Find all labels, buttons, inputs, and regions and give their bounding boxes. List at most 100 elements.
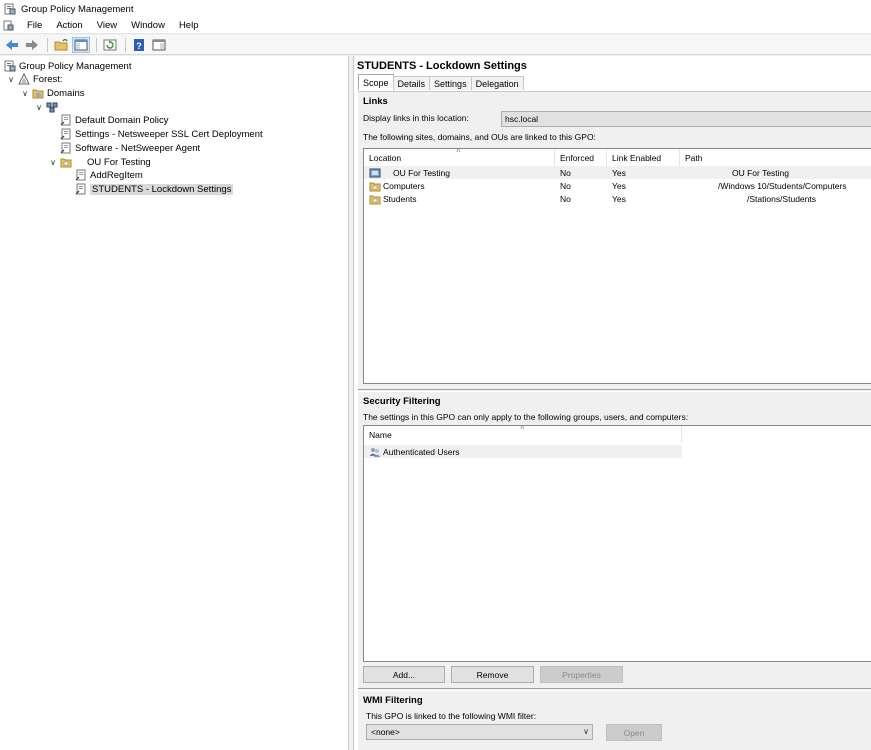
table-row[interactable]: Computers No Yes /Windows 10/Students/Co… — [364, 179, 871, 192]
column-header-name[interactable]: ˄ Name — [364, 426, 682, 443]
table-row[interactable]: Students No Yes /Stations/Students — [364, 192, 871, 205]
tree-item-domain[interactable]: ∨ — [34, 100, 61, 114]
gpo-link-icon — [60, 128, 72, 140]
domain-link-icon — [369, 167, 381, 179]
tree-item-gpo-link[interactable]: AddRegItem — [75, 168, 143, 182]
display-links-combo[interactable]: hsc.local — [501, 111, 871, 127]
collapse-chevron-icon[interactable]: ∨ — [6, 75, 16, 84]
list-item[interactable]: Authenticated Users — [364, 445, 682, 458]
help-icon[interactable]: ? — [130, 37, 148, 53]
security-filtering-description: The settings in this GPO can only apply … — [363, 412, 689, 422]
tree-label: Default Domain Policy — [75, 114, 169, 126]
tree-item-ou[interactable]: ∨ OU For Testing — [48, 155, 151, 169]
column-header-location[interactable]: ˄ Location — [364, 149, 555, 166]
enforced-cell: No — [560, 193, 571, 204]
security-filtering-heading: Security Filtering — [363, 396, 441, 407]
domains-folder-icon — [32, 87, 44, 99]
tab-delegation[interactable]: Delegation — [470, 76, 524, 90]
tree-label: Software - NetSweeper Agent — [75, 142, 201, 154]
display-links-value: hsc.local — [505, 114, 539, 124]
show-hide-tree-icon[interactable] — [72, 36, 90, 53]
tree-item-gpo-link-selected[interactable]: STUDENTS - Lockdown Settings — [75, 182, 234, 196]
scope-tab-content: Links Display links in this location: hs… — [358, 91, 871, 750]
console-tree: Group Policy Management ∨ Forest: ∨ Doma… — [0, 56, 349, 750]
security-filtering-list[interactable]: ˄ Name Authenticated Users — [363, 425, 871, 662]
menu-window[interactable]: Window — [124, 20, 172, 31]
properties-button[interactable]: Properties — [540, 666, 623, 683]
tree-item-forest[interactable]: ∨ Forest: — [6, 72, 63, 86]
toolbar-separator — [47, 37, 48, 52]
path-cell: /Windows 10/Students/Computers — [718, 180, 847, 191]
menu-view[interactable]: View — [90, 20, 124, 31]
toolbar-separator — [125, 37, 126, 52]
system-menu-icon[interactable] — [3, 20, 14, 31]
column-header-link-enabled[interactable]: Link Enabled — [607, 149, 680, 166]
forward-arrow-icon[interactable] — [23, 37, 41, 53]
tab-strip: Scope Details Settings Delegation — [358, 74, 524, 91]
column-header-path[interactable]: Path — [680, 149, 871, 166]
properties-pane-icon[interactable] — [150, 37, 168, 53]
column-label: Name — [369, 429, 392, 440]
back-arrow-icon[interactable] — [3, 37, 21, 53]
sort-arrow-icon: ˄ — [456, 148, 461, 155]
up-folder-icon[interactable] — [52, 37, 70, 53]
tree-item-gpo-link[interactable]: Settings - Netsweeper SSL Cert Deploymen… — [60, 127, 263, 141]
tab-settings[interactable]: Settings — [429, 76, 472, 90]
link-enabled-cell: Yes — [612, 167, 626, 178]
column-label: Enforced — [560, 152, 595, 163]
menu-help[interactable]: Help — [172, 20, 206, 31]
section-divider — [358, 389, 871, 392]
add-button[interactable]: Add... — [363, 666, 445, 683]
tree-label: Group Policy Management — [19, 60, 132, 72]
collapse-chevron-icon[interactable]: ∨ — [34, 103, 44, 112]
users-group-icon — [369, 446, 381, 458]
remove-button[interactable]: Remove — [451, 666, 534, 683]
column-header-enforced[interactable]: Enforced — [555, 149, 607, 166]
gpo-link-icon — [60, 114, 72, 126]
name-text: Authenticated Users — [383, 446, 460, 457]
ou-folder-icon — [369, 180, 381, 192]
refresh-icon[interactable] — [101, 37, 119, 53]
tree-item-domains[interactable]: ∨ Domains — [20, 86, 85, 100]
gpo-link-icon — [75, 169, 87, 181]
location-text: OU For Testing — [393, 167, 451, 178]
table-row[interactable]: OU For Testing No Yes OU For Testing — [364, 166, 871, 179]
gpo-link-icon — [75, 183, 87, 195]
tree-root[interactable]: Group Policy Management — [4, 59, 131, 73]
svg-text:?: ? — [136, 41, 142, 51]
title-bar: Group Policy Management — [0, 0, 871, 18]
domain-icon — [46, 101, 58, 113]
gpm-app-icon — [4, 3, 16, 15]
location-cell: Students — [369, 192, 555, 205]
tab-scope[interactable]: Scope — [358, 74, 394, 90]
location-cell: Computers — [369, 179, 555, 192]
collapse-chevron-icon[interactable]: ∨ — [20, 89, 30, 98]
tree-label: OU For Testing — [87, 156, 151, 168]
collapse-chevron-icon[interactable]: ∨ — [48, 158, 58, 167]
tree-label: Forest: — [33, 73, 63, 85]
forest-icon — [18, 73, 30, 85]
column-label: Location — [369, 152, 402, 163]
open-button[interactable]: Open — [606, 724, 662, 741]
menu-file[interactable]: File — [20, 20, 49, 31]
wmi-filter-select[interactable]: <none> ∨ — [366, 724, 593, 740]
tree-label: Settings - Netsweeper SSL Cert Deploymen… — [75, 128, 263, 140]
path-cell: OU For Testing — [732, 167, 790, 178]
ou-folder-icon — [60, 156, 72, 168]
path-cell: /Stations/Students — [747, 193, 816, 204]
tree-item-gpo-link[interactable]: Software - NetSweeper Agent — [60, 141, 200, 155]
enforced-cell: No — [560, 180, 571, 191]
menu-bar: File Action View Window Help — [0, 18, 871, 34]
column-label: Link Enabled — [612, 152, 662, 163]
tab-details[interactable]: Details — [392, 76, 431, 90]
menu-action[interactable]: Action — [49, 20, 89, 31]
links-heading: Links — [363, 96, 388, 107]
wmi-filtering-description: This GPO is linked to the following WMI … — [366, 711, 537, 721]
name-cell: Authenticated Users — [369, 445, 679, 458]
tree-item-gpo-link[interactable]: Default Domain Policy — [60, 113, 168, 127]
links-list[interactable]: ˄ Location Enforced Link Enabled Path OU… — [363, 148, 871, 384]
gpo-title: STUDENTS - Lockdown Settings — [357, 60, 527, 72]
details-pane: STUDENTS - Lockdown Settings Scope Detai… — [353, 56, 871, 750]
sort-arrow-icon: ˄ — [520, 425, 525, 432]
tree-label: Domains — [47, 87, 85, 99]
